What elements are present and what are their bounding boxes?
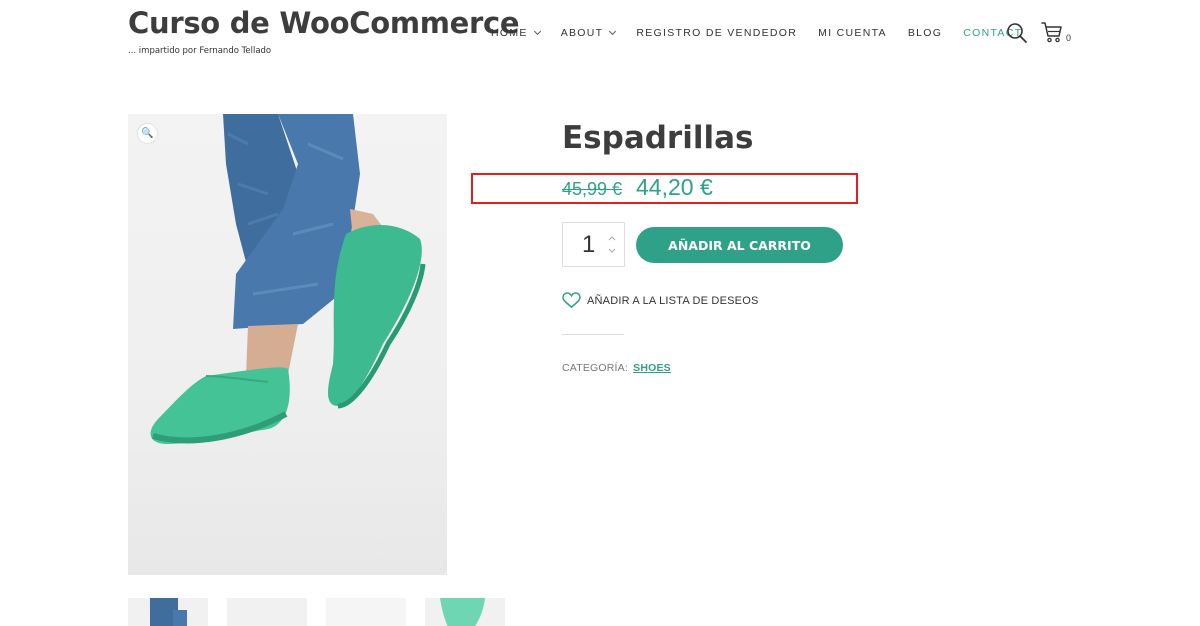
- thumbnail-image: [150, 598, 187, 626]
- price-sale: 44,20 €: [636, 174, 713, 200]
- nav-item-about[interactable]: ABOUT: [560, 27, 617, 39]
- magnifier-icon: 🔍: [141, 128, 154, 139]
- search-icon: [1007, 23, 1027, 43]
- product-image[interactable]: 🔍: [128, 114, 447, 575]
- product-thumbnails: [128, 598, 524, 626]
- thumbnail-2[interactable]: [227, 598, 307, 626]
- nav-item-label: BLOG: [907, 27, 943, 39]
- nav-item-label: ABOUT: [560, 27, 604, 39]
- heart-icon: [562, 292, 581, 309]
- nav-item-mi-cuenta[interactable]: MI CUENTA: [818, 27, 887, 39]
- nav-item-home[interactable]: HOME: [491, 27, 541, 39]
- thumbnail-1[interactable]: [128, 598, 208, 626]
- chevron-down-icon[interactable]: [608, 247, 616, 255]
- chevron-down-icon: [609, 27, 617, 36]
- price-regular: 45,99 €: [562, 179, 623, 199]
- site-tagline: ... impartido por Fernando Tellado: [128, 46, 272, 56]
- chevron-down-icon: [533, 27, 541, 36]
- category-label: CATEGORÍA:: [562, 362, 628, 374]
- cart-button[interactable]: 0: [1040, 20, 1076, 46]
- cart-icon: [1041, 22, 1062, 43]
- cart-count: 0: [1066, 33, 1072, 43]
- nav-item-label: HOME: [491, 27, 528, 39]
- chevron-up-icon[interactable]: [608, 234, 616, 242]
- nav-item-registro-de-vendedor[interactable]: REGISTRO DE VENDEDOR: [636, 27, 797, 39]
- thumbnail-image: [440, 598, 485, 626]
- nav-item-blog[interactable]: BLOG: [908, 27, 942, 39]
- thumbnail-4[interactable]: [425, 598, 505, 626]
- product-photo: [150, 114, 426, 444]
- add-to-wishlist-link[interactable]: AÑADIR A LA LISTA DE DESEOS: [562, 292, 759, 309]
- add-to-cart-button[interactable]: AÑADIR AL CARRITO: [636, 227, 843, 263]
- product-title: Espadrillas: [562, 120, 754, 156]
- site-title[interactable]: Curso de WooCommerce: [128, 6, 520, 40]
- nav-item-label: REGISTRO DE VENDEDOR: [636, 27, 798, 39]
- divider: [562, 334, 624, 335]
- thumbnail-3[interactable]: [326, 598, 406, 626]
- category-link-shoes[interactable]: SHOES: [633, 362, 671, 374]
- quantity-stepper[interactable]: 1: [562, 222, 625, 267]
- zoom-button[interactable]: 🔍: [138, 124, 157, 143]
- search-button[interactable]: [1006, 22, 1028, 44]
- product-category: CATEGORÍA: SHOES: [562, 362, 671, 374]
- main-nav: HOME ABOUT REGISTRO DE VENDEDOR MI CUENT…: [491, 27, 1043, 39]
- quantity-input[interactable]: 1: [582, 231, 595, 259]
- wishlist-label: AÑADIR A LA LISTA DE DESEOS: [587, 294, 759, 307]
- nav-item-label: MI CUENTA: [818, 27, 887, 39]
